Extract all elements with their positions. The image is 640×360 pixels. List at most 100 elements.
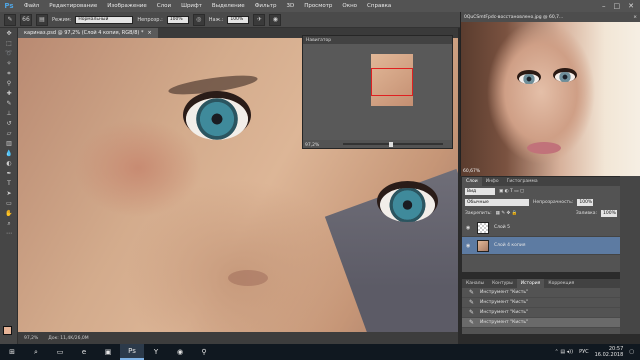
blend-row: Обычные Непрозрачность: 100% [462, 197, 620, 208]
tab-info[interactable]: Инфо [482, 177, 503, 186]
fill-field[interactable]: 100% [601, 210, 617, 217]
brush-size-picker[interactable]: 66 [20, 13, 32, 26]
pressure-opacity-icon[interactable]: ◎ [192, 13, 205, 26]
menu-filter[interactable]: Фильтр [250, 3, 282, 9]
gradient-tool-icon[interactable]: ▥ [3, 139, 15, 148]
navigator-preview[interactable]: 97,2% [303, 44, 452, 148]
eraser-tool-icon[interactable]: ▱ [3, 129, 15, 138]
brush-panel-toggle-icon[interactable]: ▤ [36, 13, 48, 26]
search-icon[interactable]: ⌕ [24, 344, 48, 360]
menu-edit[interactable]: Редактирование [44, 3, 102, 9]
navigator-title[interactable]: Навигатор [303, 36, 452, 44]
clone-stamp-tool-icon[interactable]: ⊥ [3, 109, 15, 118]
brush-tool-preset-icon[interactable]: ✎ [4, 13, 16, 26]
history-item-current[interactable]: ✎ Инструмент "Кисть" [462, 318, 620, 328]
reference-window-titlebar[interactable]: 0QuCSmtFpdc-восстановлено.jpg @ 60,7... … [461, 12, 640, 22]
tab-histogram[interactable]: Гистограмма [503, 177, 542, 186]
tab-layers[interactable]: Слои [462, 177, 482, 186]
pressure-size-icon[interactable]: ◉ [269, 13, 282, 26]
document-tab[interactable]: кариназ.psd @ 97,2% (Слой 4 копия, RGB/8… [18, 28, 158, 38]
eyedropper-tool-icon[interactable]: ⚲ [3, 79, 15, 88]
fill-label: Заливка: [575, 211, 597, 216]
tab-paths[interactable]: Контуры [488, 279, 517, 288]
menu-window[interactable]: Окно [337, 3, 362, 9]
status-zoom[interactable]: 97,2% [24, 336, 38, 341]
visibility-eye-icon[interactable]: ◉ [466, 225, 472, 231]
layer-name[interactable]: Слой 5 [494, 225, 510, 230]
menu-layers[interactable]: Слои [152, 3, 176, 9]
lasso-tool-icon[interactable]: ➰ [3, 49, 15, 58]
menu-type[interactable]: Шрифт [176, 3, 207, 9]
document-close-icon[interactable]: × [147, 30, 151, 36]
history-item[interactable]: ✎ Инструмент "Кисть" [462, 298, 620, 308]
shape-tool-icon[interactable]: ▭ [3, 199, 15, 208]
zoom-tool-icon[interactable]: ⌕ [3, 219, 15, 228]
blend-mode-select[interactable]: Обычные [465, 199, 529, 206]
document-tab-label: кариназ.psd @ 97,2% (Слой 4 копия, RGB/8… [24, 30, 144, 36]
navigator-zoom-slider[interactable] [343, 143, 443, 145]
layer-opacity-field[interactable]: 100% [577, 199, 594, 206]
explorer-icon[interactable]: ▣ [96, 344, 120, 360]
move-tool-icon[interactable]: ✥ [3, 29, 15, 38]
path-select-tool-icon[interactable]: ➤ [3, 189, 15, 198]
photoshop-taskbar-icon[interactable]: Ps [120, 344, 144, 360]
hand-tool-icon[interactable]: ✋ [3, 209, 15, 218]
foreground-color-swatch[interactable] [3, 326, 12, 335]
healing-tool-icon[interactable]: ✚ [3, 89, 15, 98]
edge-browser-icon[interactable]: e [72, 344, 96, 360]
type-tool-icon[interactable]: T [3, 179, 15, 188]
menu-view[interactable]: Просмотр [299, 3, 337, 9]
start-button[interactable]: ⊞ [0, 344, 24, 360]
tab-channels[interactable]: Каналы [462, 279, 488, 288]
layer-kind-select[interactable]: Вид [465, 188, 495, 195]
menu-image[interactable]: Изображение [102, 3, 152, 9]
yandex-browser-icon[interactable]: Y [144, 344, 168, 360]
task-view-icon[interactable]: ▭ [48, 344, 72, 360]
more-tools-icon[interactable]: ⋯ [3, 229, 15, 238]
opacity-field[interactable]: 100% [166, 15, 189, 24]
navigator-zoom-knob[interactable] [389, 142, 393, 147]
quick-select-tool-icon[interactable]: ✧ [3, 59, 15, 68]
dodge-tool-icon[interactable]: ◐ [3, 159, 15, 168]
tab-adjustments[interactable]: Коррекция [544, 279, 578, 288]
lock-icons[interactable]: ▦ ✎ ✥ 🔒 [496, 211, 518, 216]
menu-select[interactable]: Выделение [207, 3, 250, 9]
history-item[interactable]: ✎ Инструмент "Кисть" [462, 288, 620, 298]
flow-field[interactable]: 100% [227, 15, 250, 24]
menu-help[interactable]: Справка [362, 3, 396, 9]
layer-name[interactable]: Слой 4 копия [494, 243, 525, 248]
minimize-button[interactable]: – [602, 2, 606, 10]
system-tray: ⌃ ▤ ◂)) РУС 20:57 16.02.2018 ▢ [555, 346, 640, 358]
menu-3d[interactable]: 3D [281, 3, 299, 9]
layer-opacity-label: Непрозрачность: [533, 200, 574, 205]
maximize-button[interactable]: □ [614, 2, 621, 10]
reference-zoom-value[interactable]: 60,67% [463, 169, 480, 174]
brush-tool-icon[interactable]: ✎ [3, 99, 15, 108]
crop-tool-icon[interactable]: ⌗ [3, 69, 15, 78]
layer-row-selected[interactable]: ◉ Слой 4 копия [462, 237, 620, 255]
filter-icons[interactable]: ▣ ◐ T ▭ ▢ [499, 189, 524, 194]
language-indicator[interactable]: РУС [579, 349, 589, 355]
pen-tool-icon[interactable]: ✒ [3, 169, 15, 178]
history-item[interactable]: ✎ Инструмент "Кисть" [462, 308, 620, 318]
layer-row[interactable]: ◉ Слой 5 [462, 219, 620, 237]
brush-icon: ✎ [468, 289, 475, 296]
notifications-icon[interactable]: ▢ [629, 349, 634, 355]
pin-app-icon[interactable]: ⚲ [192, 344, 216, 360]
chrome-icon[interactable]: ◉ [168, 344, 192, 360]
mode-select[interactable]: Нормальный [75, 15, 134, 24]
reference-close-icon[interactable]: × [633, 15, 640, 20]
visibility-eye-icon[interactable]: ◉ [466, 243, 472, 249]
navigator-view-rect[interactable] [371, 68, 413, 96]
tray-icons[interactable]: ⌃ ▤ ◂)) [555, 349, 574, 355]
history-brush-tool-icon[interactable]: ↺ [3, 119, 15, 128]
tab-history[interactable]: История [516, 279, 545, 288]
clock[interactable]: 20:57 16.02.2018 [595, 346, 624, 358]
menu-file[interactable]: Файл [19, 3, 44, 9]
airbrush-icon[interactable]: ✈ [253, 13, 266, 26]
close-button[interactable]: ✕ [628, 2, 634, 10]
history-item-label: Инструмент "Кисть" [480, 320, 529, 325]
marquee-tool-icon[interactable]: ⬚ [3, 39, 15, 48]
navigator-zoom-value[interactable]: 97,2% [305, 143, 319, 148]
blur-tool-icon[interactable]: 💧 [3, 149, 15, 158]
